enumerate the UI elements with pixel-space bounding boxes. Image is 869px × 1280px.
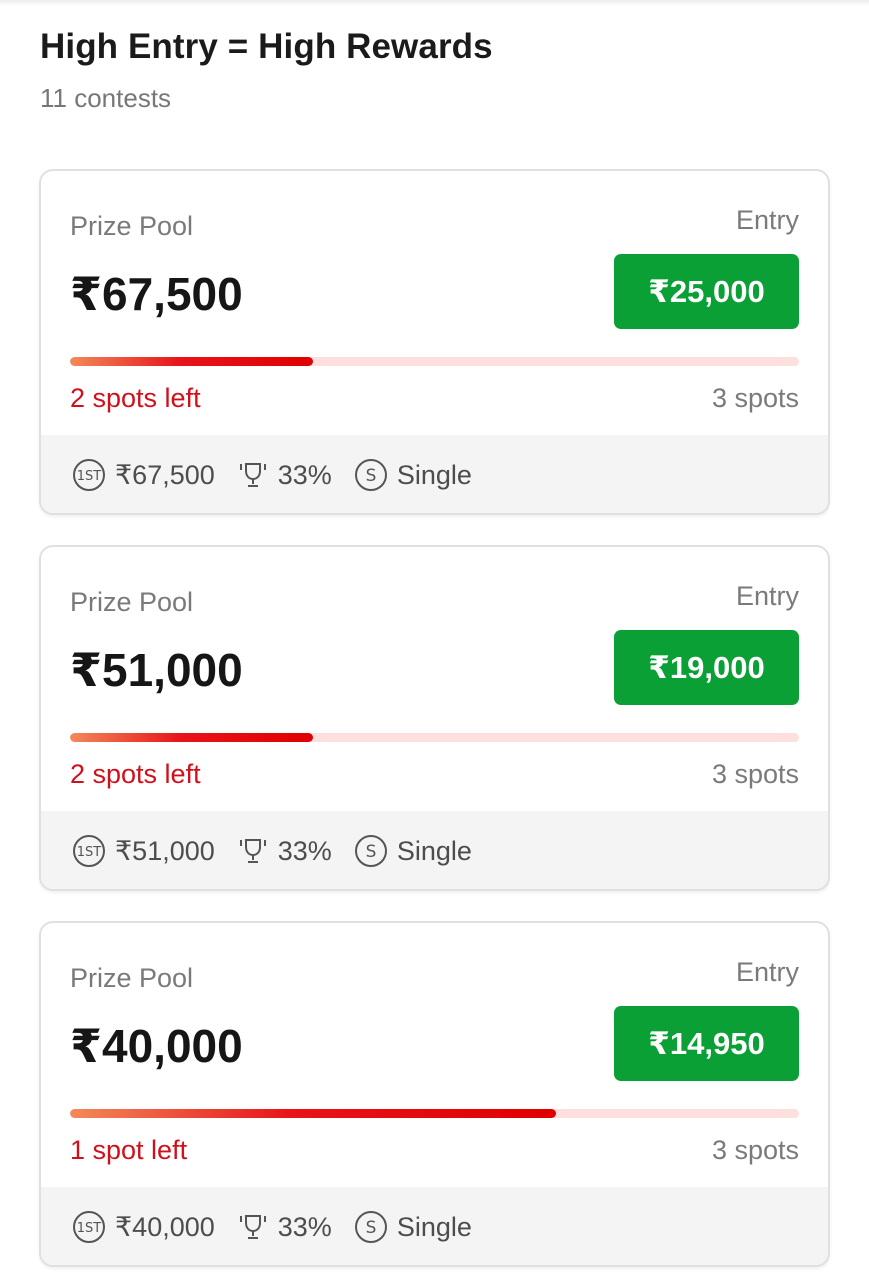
spots-progress-bar [70, 1109, 799, 1118]
first-prize-amount: ₹51,000 [115, 835, 215, 866]
first-prize-info: 1ST ₹67,500 [72, 458, 215, 492]
single-entry-icon: S [354, 1211, 387, 1243]
entry-type-info: S Single [354, 458, 472, 492]
win-percent: 33% [277, 1211, 332, 1242]
contest-card-footer: 1ST ₹40,000 33% S Single [41, 1187, 828, 1265]
spots-progress-bar [70, 357, 799, 366]
contest-card-main[interactable]: Prize Pool ₹40,000 Entry ₹14,950 1 spot … [41, 923, 828, 1187]
first-prize-info: 1ST ₹40,000 [72, 1210, 215, 1244]
svg-text:S: S [365, 1218, 376, 1238]
entry-type: Single [396, 835, 472, 866]
prize-pool-amount: ₹67,500 [70, 268, 243, 320]
top-shadow [0, 0, 869, 6]
first-prize-icon: 1ST [73, 835, 105, 867]
entry-label: Entry [735, 205, 799, 235]
prize-pool-label: Prize Pool [70, 963, 194, 993]
entry-type: Single [396, 459, 472, 490]
entry-label: Entry [735, 581, 799, 611]
entry-fee-button[interactable]: ₹25,000 [614, 254, 799, 329]
single-entry-icon: S [354, 835, 387, 867]
prize-pool-label: Prize Pool [70, 211, 194, 241]
win-percent-info: 33% [237, 1211, 332, 1243]
spots-left: 1 spot left [70, 1135, 188, 1165]
spots-left: 2 spots left [70, 383, 201, 413]
win-percent-info: 33% [237, 835, 332, 867]
trophy-icon [239, 839, 266, 863]
entry-label: Entry [735, 957, 799, 987]
entry-type-info: S Single [354, 834, 472, 868]
svg-text:1ST: 1ST [77, 845, 102, 860]
prize-pool-label: Prize Pool [70, 587, 194, 617]
first-prize-amount: ₹40,000 [115, 1211, 215, 1242]
total-spots: 3 spots [711, 383, 799, 413]
spots-progress-bar [70, 733, 799, 742]
entry-type: Single [396, 1211, 472, 1242]
entry-type-info: S Single [354, 1210, 472, 1244]
contest-card[interactable]: Prize Pool ₹67,500 Entry ₹25,000 2 spots… [39, 169, 830, 515]
svg-text:1ST: 1ST [77, 1221, 102, 1236]
trophy-icon [239, 1215, 266, 1239]
first-prize-info: 1ST ₹51,000 [72, 834, 215, 868]
spots-progress-fill [70, 357, 313, 366]
contest-count: 11 contests [40, 83, 172, 113]
contest-card[interactable]: Prize Pool ₹51,000 Entry ₹19,000 2 spots… [39, 545, 830, 891]
spots-left: 2 spots left [70, 759, 201, 789]
contest-card-footer: 1ST ₹67,500 33% S Single [41, 435, 828, 513]
section-header: High Entry = High Rewards 11 contests [40, 26, 493, 114]
prize-pool-amount: ₹40,000 [70, 1020, 243, 1072]
spots-progress-fill [70, 733, 313, 742]
single-entry-icon: S [354, 459, 387, 491]
spots-progress-fill [70, 1109, 557, 1118]
prize-pool-amount: ₹51,000 [70, 644, 243, 696]
win-percent: 33% [277, 835, 332, 866]
total-spots: 3 spots [711, 759, 799, 789]
first-prize-icon: 1ST [73, 459, 105, 491]
entry-fee-button[interactable]: ₹19,000 [614, 630, 799, 705]
first-prize-amount: ₹67,500 [115, 459, 215, 490]
contest-card-footer: 1ST ₹51,000 33% S Single [41, 811, 828, 889]
total-spots: 3 spots [711, 1135, 799, 1165]
contest-card-main[interactable]: Prize Pool ₹67,500 Entry ₹25,000 2 spots… [41, 171, 828, 435]
svg-text:S: S [365, 842, 376, 862]
contest-card-main[interactable]: Prize Pool ₹51,000 Entry ₹19,000 2 spots… [41, 547, 828, 811]
contest-card[interactable]: Prize Pool ₹40,000 Entry ₹14,950 1 spot … [39, 921, 830, 1267]
entry-fee-button[interactable]: ₹14,950 [614, 1006, 799, 1081]
first-prize-icon: 1ST [73, 1211, 105, 1243]
svg-text:S: S [365, 466, 376, 486]
svg-text:1ST: 1ST [77, 469, 102, 484]
win-percent-info: 33% [237, 459, 332, 491]
trophy-icon [239, 463, 266, 487]
section-title: High Entry = High Rewards [40, 27, 493, 66]
win-percent: 33% [277, 459, 332, 490]
